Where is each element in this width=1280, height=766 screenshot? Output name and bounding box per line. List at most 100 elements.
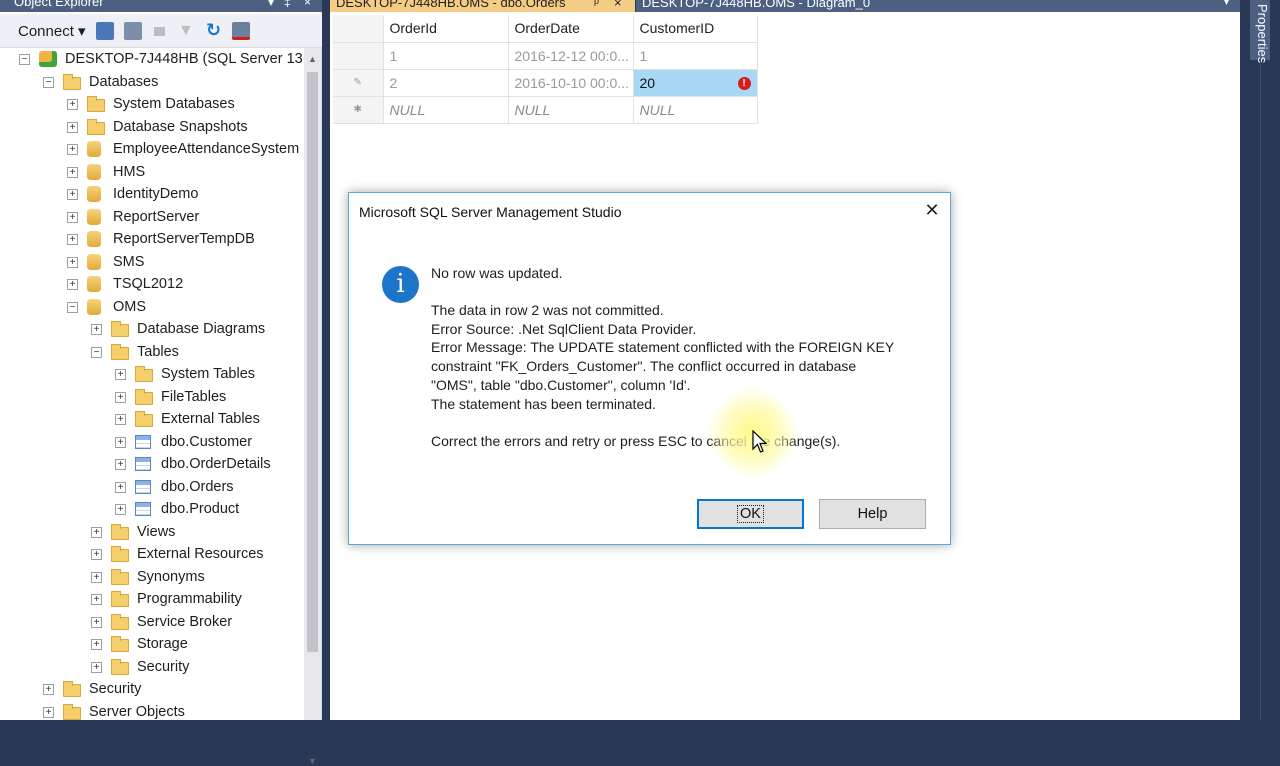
- filter-icon[interactable]: ▼: [178, 22, 196, 40]
- database-icon: [87, 298, 101, 315]
- help-button[interactable]: Help: [819, 499, 926, 529]
- object-explorer-scrollbar[interactable]: ▲ ▼: [304, 48, 321, 766]
- expand-icon[interactable]: +: [91, 616, 102, 628]
- expand-icon[interactable]: +: [91, 594, 102, 605]
- tree-node-label: Programmability: [137, 591, 242, 607]
- database-icon: [87, 231, 101, 247]
- scrollbar-thumb[interactable]: [307, 72, 318, 652]
- tree-node-label: Security: [89, 681, 142, 697]
- tab-orders-table[interactable]: DESKTOP-7J448HB.OMS - dbo.Orders ᵖ ×: [330, 0, 635, 12]
- expand-icon[interactable]: +: [115, 436, 126, 448]
- scroll-down-icon[interactable]: ▼: [308, 756, 317, 766]
- expand-icon[interactable]: +: [91, 549, 102, 560]
- database-icon: [87, 208, 101, 225]
- grid-cell-null[interactable]: NULL: [633, 96, 758, 124]
- column-header-orderdate[interactable]: OrderDate: [508, 15, 634, 43]
- table-row: ✎ 2 2016-10-10 00:0... 20 !: [333, 69, 758, 97]
- tree-node-label: Storage: [137, 636, 188, 652]
- tree-node-label: FileTables: [161, 388, 227, 405]
- grid-cell-edited[interactable]: 20 !: [633, 69, 758, 97]
- expand-icon[interactable]: +: [67, 279, 78, 290]
- tab-close-icon[interactable]: ×: [614, 0, 622, 10]
- row-selector[interactable]: [333, 42, 384, 70]
- folder-icon: [63, 73, 81, 90]
- expand-icon[interactable]: +: [115, 459, 126, 470]
- expand-icon[interactable]: +: [115, 391, 126, 403]
- dialog-line: Error Message: The UPDATE statement conf…: [431, 339, 895, 356]
- grid-cell[interactable]: 2016-10-10 00:0...: [508, 69, 634, 97]
- tab-pin-icon[interactable]: ᵖ: [594, 0, 599, 10]
- dialog-line: "OMS", table "dbo.Customer", column 'Id'…: [431, 376, 691, 393]
- pin-icon[interactable]: ‡: [284, 0, 291, 8]
- database-icon: [87, 163, 101, 180]
- expand-icon[interactable]: +: [91, 324, 102, 335]
- tab-orders-label: DESKTOP-7J448HB.OMS - dbo.Orders: [336, 0, 566, 10]
- connect-object-explorer-icon[interactable]: [96, 22, 114, 40]
- collapse-icon[interactable]: −: [19, 54, 30, 65]
- ok-button[interactable]: OK: [697, 499, 804, 529]
- expand-icon[interactable]: +: [67, 121, 78, 133]
- tree-node-label: OMS: [113, 298, 147, 315]
- expand-icon[interactable]: +: [43, 706, 54, 718]
- window-position-icon[interactable]: ▾: [268, 0, 274, 8]
- expand-icon[interactable]: +: [67, 144, 78, 155]
- column-header-customerid[interactable]: CustomerID: [633, 15, 758, 43]
- collapse-icon[interactable]: −: [67, 301, 78, 313]
- folder-icon: [135, 388, 153, 405]
- expand-icon[interactable]: +: [67, 211, 78, 223]
- connect-button[interactable]: Connect ▾: [18, 22, 86, 40]
- table-icon: [135, 434, 151, 449]
- tree-node-label: EmployeeAttendanceSystem: [113, 141, 300, 157]
- folder-icon: [111, 546, 129, 562]
- folder-icon: [111, 613, 129, 630]
- expand-icon[interactable]: +: [91, 571, 102, 583]
- row-selector-header[interactable]: [333, 15, 384, 43]
- grid-cell[interactable]: 1: [383, 42, 509, 70]
- folder-icon: [135, 411, 153, 427]
- tree-node-label: ReportServer: [113, 208, 200, 225]
- grid-cell[interactable]: 2016-12-12 00:0...: [508, 42, 634, 70]
- expand-icon[interactable]: +: [91, 639, 102, 650]
- grid-cell-null[interactable]: NULL: [508, 96, 634, 124]
- collapse-icon[interactable]: −: [91, 346, 102, 358]
- grid-cell[interactable]: 1: [633, 42, 758, 70]
- folder-icon: [111, 636, 129, 652]
- row-selector-new[interactable]: ✱: [333, 96, 384, 124]
- expand-icon[interactable]: +: [67, 256, 78, 268]
- expand-icon[interactable]: +: [91, 526, 102, 538]
- dialog-close-icon[interactable]: ✕: [921, 199, 943, 221]
- collapse-icon[interactable]: −: [43, 76, 54, 88]
- column-header-orderid[interactable]: OrderId: [383, 15, 509, 43]
- expand-icon[interactable]: +: [67, 166, 78, 178]
- expand-icon[interactable]: +: [115, 481, 126, 493]
- expand-icon[interactable]: +: [91, 661, 102, 673]
- grid-header-row: OrderId OrderDate CustomerID: [333, 15, 758, 43]
- expand-icon[interactable]: +: [115, 414, 126, 425]
- disconnect-icon[interactable]: [124, 22, 142, 40]
- table-icon: [135, 457, 151, 471]
- dialog-line: The statement has been terminated.: [431, 395, 656, 412]
- expand-icon[interactable]: +: [67, 99, 78, 110]
- expand-icon[interactable]: +: [115, 504, 126, 515]
- close-icon[interactable]: ×: [304, 0, 311, 8]
- stop-icon[interactable]: [154, 27, 165, 36]
- orders-grid-table: OrderId OrderDate CustomerID 1 2016-12-1…: [333, 15, 758, 124]
- tab-list-dropdown-icon[interactable]: ▾: [1224, 0, 1229, 8]
- activity-monitor-icon[interactable]: [232, 22, 250, 40]
- scroll-up-icon[interactable]: ▲: [308, 54, 317, 64]
- grid-cell[interactable]: 2: [383, 69, 509, 97]
- database-icon: [87, 186, 101, 202]
- grid-cell-null[interactable]: NULL: [383, 96, 509, 124]
- object-explorer-title: Object Explorer: [14, 0, 104, 9]
- row-selector-editing[interactable]: ✎: [333, 69, 384, 97]
- expand-icon[interactable]: +: [43, 684, 54, 695]
- info-icon: i: [382, 266, 419, 303]
- tab-diagram[interactable]: DESKTOP-7J448HB.OMS - Diagram_0 ▾: [636, 0, 1240, 12]
- expand-icon[interactable]: +: [67, 189, 78, 200]
- properties-tab[interactable]: Properties: [1250, 0, 1270, 63]
- tree-node-label: dbo.Customer: [161, 433, 253, 450]
- refresh-icon[interactable]: ↻: [206, 21, 224, 40]
- expand-icon[interactable]: +: [67, 234, 78, 245]
- error-dialog: Microsoft SQL Server Management Studio ✕…: [348, 192, 951, 545]
- expand-icon[interactable]: +: [115, 369, 126, 380]
